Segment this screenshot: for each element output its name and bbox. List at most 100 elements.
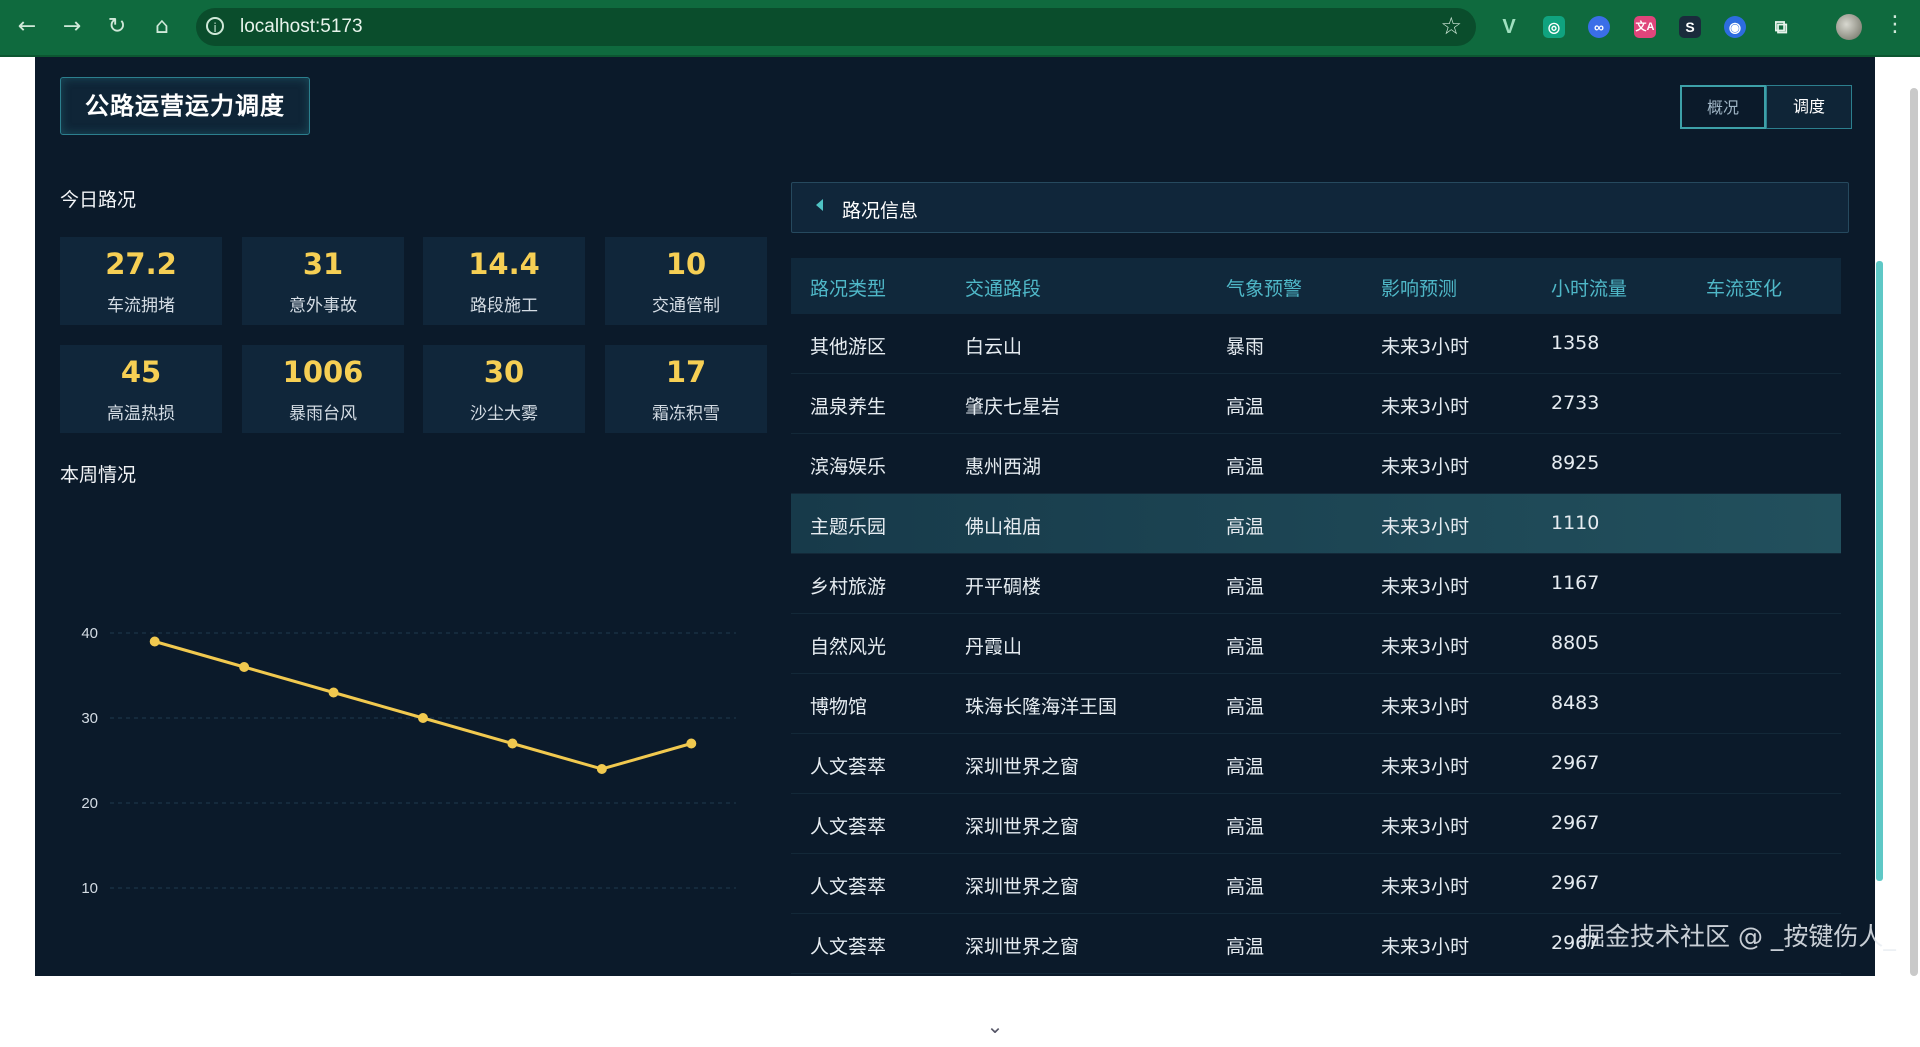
stat-card: 31 意外事故	[242, 237, 404, 325]
table-row[interactable]: 主题乐园 佛山祖庙 高温 未来3小时 1110	[791, 494, 1841, 554]
cell-road: 深圳世界之窗	[965, 816, 1080, 838]
data-point	[149, 636, 160, 647]
table-scrollbar[interactable]	[1876, 261, 1883, 881]
more-menu-icon[interactable]: ⋮	[1884, 12, 1906, 37]
table-row[interactable]: 人文荟萃 深圳世界之窗 高温 未来3小时 2967	[791, 794, 1841, 854]
stat-value: 45	[120, 355, 162, 389]
cell-road: 惠州西湖	[965, 456, 1042, 478]
stat-value: 31	[302, 247, 344, 281]
data-point	[686, 738, 697, 749]
data-point	[418, 713, 428, 723]
stat-value: 14.4	[468, 247, 540, 281]
home-icon[interactable]: ⌂	[147, 12, 177, 42]
page-scrollbar[interactable]	[1910, 88, 1918, 976]
cell-type: 人文荟萃	[810, 876, 887, 898]
puzzle-icon[interactable]: ⧉	[1770, 16, 1792, 38]
table-header: 路况类型 交通路段 气象预警 影响预测 小时流量 车流变化	[791, 258, 1841, 314]
column-header: 影响预测	[1381, 278, 1458, 300]
cell-flow: 1358	[1551, 332, 1600, 354]
cell-flow: 8925	[1551, 452, 1600, 474]
cell-impact: 未来3小时	[1381, 456, 1470, 478]
table-row[interactable]: 人文荟萃 深圳世界之窗 高温 未来3小时 2967	[791, 734, 1841, 794]
cell-weather: 高温	[1226, 936, 1265, 958]
road-info-header[interactable]: 路况信息	[791, 182, 1849, 233]
road-info-table: 路况类型 交通路段 气象预警 影响预测 小时流量 车流变化 其他游区 白云山 暴雨未…	[791, 258, 1852, 976]
cell-flow: 2733	[1551, 392, 1600, 414]
scroll-down-icon[interactable]: ⌄	[975, 1007, 1015, 1047]
cell-type: 博物馆	[810, 696, 868, 718]
forward-arrow-icon[interactable]: →	[57, 12, 87, 42]
chatgpt-icon[interactable]: ◎	[1543, 16, 1565, 38]
cell-weather: 高温	[1226, 396, 1265, 418]
s-icon[interactable]: S	[1679, 16, 1701, 38]
cell-type: 人文荟萃	[810, 756, 887, 778]
link-icon[interactable]: ∞	[1588, 16, 1610, 38]
y-tick-label: 20	[81, 795, 98, 812]
data-point	[596, 764, 607, 774]
cell-type: 乡村旅游	[810, 576, 887, 598]
cell-flow: 8483	[1551, 692, 1600, 714]
cell-weather: 高温	[1226, 816, 1265, 838]
stat-label: 沙尘大雾	[470, 404, 538, 424]
tab-dispatch[interactable]: 调度	[1766, 85, 1852, 129]
avatar[interactable]	[1836, 14, 1862, 40]
table-row[interactable]: 自然风光 丹霞山 高温 未来3小时 8805	[791, 614, 1841, 674]
today-section-title: 今日路况	[60, 189, 137, 211]
cell-impact: 未来3小时	[1381, 816, 1470, 838]
column-header: 车流变化	[1706, 278, 1783, 300]
cell-flow: 2967	[1551, 872, 1600, 894]
week-line-chart: 01020304010-1810-1910-2010-2110-2210-23昨…	[81, 625, 736, 897]
table-row[interactable]: 滨海娱乐 惠州西湖 高温 未来3小时 8925	[791, 434, 1841, 494]
cell-weather: 高温	[1226, 756, 1265, 778]
site-info-icon[interactable]: i	[206, 17, 224, 35]
cell-road: 丹霞山	[965, 636, 1023, 658]
column-header: 路况类型	[810, 278, 887, 300]
stat-label: 意外事故	[289, 296, 357, 316]
stat-card: 45 高温热损	[60, 345, 222, 433]
bookmark-star-icon[interactable]: ☆	[1440, 12, 1462, 40]
cell-impact: 未来3小时	[1381, 936, 1470, 958]
back-arrow-icon[interactable]: ←	[12, 12, 42, 42]
page-title: 公路运营运力调度	[60, 77, 310, 135]
v-icon[interactable]: V	[1498, 16, 1520, 38]
address-bar[interactable]: i localhost:5173 ☆	[196, 8, 1476, 46]
cell-flow: 8805	[1551, 632, 1600, 654]
cell-impact: 未来3小时	[1381, 636, 1470, 658]
stat-card: 14.4 路段施工	[423, 237, 585, 325]
cell-road: 佛山祖庙	[965, 516, 1042, 538]
reload-icon[interactable]: ↻	[102, 12, 132, 42]
week-section-title: 本周情况	[60, 464, 137, 486]
cell-road: 深圳世界之窗	[965, 936, 1080, 958]
stat-label: 高温热损	[107, 404, 175, 424]
stat-label: 路段施工	[470, 296, 538, 316]
tab-overview[interactable]: 概况	[1680, 85, 1766, 129]
url-text: localhost:5173	[240, 16, 363, 37]
cell-type: 其他游区	[810, 336, 887, 358]
cell-flow: 1167	[1551, 572, 1600, 594]
y-tick-label: 10	[81, 880, 98, 897]
cell-road: 肇庆七星岩	[965, 396, 1061, 418]
table-row[interactable]: 博物馆 珠海长隆海洋王国 高温 未来3小时 8483	[791, 674, 1841, 734]
data-point	[239, 662, 250, 672]
stat-label: 交通管制	[652, 296, 720, 316]
table-row[interactable]: 其他游区 白云山 暴雨 未来3小时 1358	[791, 314, 1841, 374]
stat-value: 27.2	[105, 247, 177, 281]
y-tick-label: 30	[81, 710, 98, 727]
cell-weather: 高温	[1226, 696, 1265, 718]
cell-type: 人文荟萃	[810, 816, 887, 838]
cell-weather: 暴雨	[1226, 336, 1265, 358]
cell-impact: 未来3小时	[1381, 876, 1470, 898]
translate-icon[interactable]: 文A	[1634, 16, 1656, 38]
cell-impact: 未来3小时	[1381, 756, 1470, 778]
shield-icon[interactable]: ◉	[1724, 16, 1746, 38]
table-row[interactable]: 乡村旅游 开平碉楼 高温 未来3小时 1167	[791, 554, 1841, 614]
cell-type: 温泉养生	[810, 396, 887, 418]
table-row[interactable]: 人文荟萃 深圳世界之窗 高温 未来3小时 2967	[791, 854, 1841, 914]
cell-weather: 高温	[1226, 456, 1265, 478]
stat-card: 1006 暴雨台风	[242, 345, 404, 433]
caret-left-icon	[816, 199, 823, 211]
cell-type: 主题乐园	[810, 516, 887, 538]
road-info-title: 路况信息	[842, 200, 919, 222]
table-row[interactable]: 温泉养生 肇庆七星岩 高温 未来3小时 2733	[791, 374, 1841, 434]
stat-label: 暴雨台风	[289, 404, 357, 424]
